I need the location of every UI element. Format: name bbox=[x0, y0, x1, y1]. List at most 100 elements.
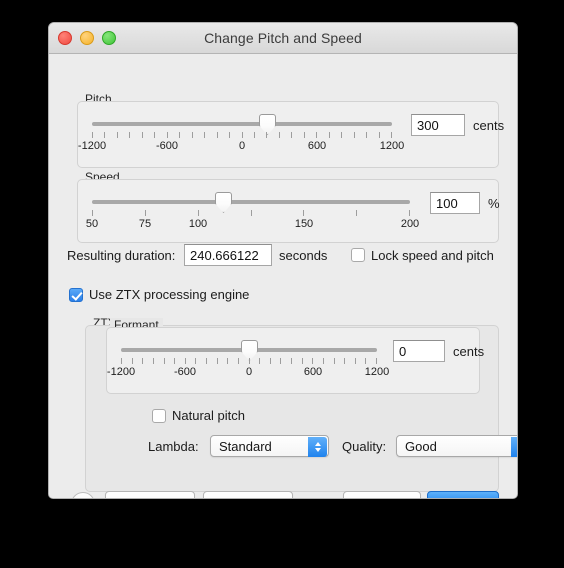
natural-pitch-label[interactable]: Natural pitch bbox=[172, 408, 245, 423]
slider-tick bbox=[237, 358, 239, 364]
speed-slider-track[interactable] bbox=[92, 200, 410, 204]
chevron-updown-icon[interactable] bbox=[308, 437, 327, 457]
slider-tick bbox=[341, 132, 343, 138]
quality-select[interactable]: Good bbox=[396, 435, 517, 457]
slider-tick bbox=[152, 358, 154, 364]
slider-tick bbox=[163, 358, 165, 364]
lambda-label: Lambda: bbox=[148, 439, 199, 454]
slider-tick bbox=[354, 358, 356, 364]
lock-speed-and-pitch-label[interactable]: Lock speed and pitch bbox=[371, 248, 494, 263]
formant-value-input[interactable]: 0 bbox=[393, 340, 445, 362]
speed-value-input[interactable]: 100 bbox=[430, 192, 480, 214]
slider-tick bbox=[356, 210, 358, 216]
speed-group: 50 75 100 150 200 100 % bbox=[77, 179, 500, 243]
window-titlebar[interactable]: Change Pitch and Speed bbox=[49, 23, 517, 54]
slider-tick bbox=[303, 132, 305, 138]
slider-tick bbox=[391, 132, 392, 138]
lock-speed-and-pitch-checkbox[interactable] bbox=[351, 248, 365, 262]
speed-slider-tick-labels: 50 75 100 150 200 bbox=[86, 218, 419, 232]
quality-label: Quality: bbox=[342, 439, 387, 454]
slider-tick bbox=[141, 132, 143, 138]
slider-tick bbox=[191, 132, 193, 138]
slider-tick bbox=[241, 132, 243, 138]
stop-button[interactable]: Stop bbox=[203, 491, 293, 498]
apply-button[interactable]: Apply bbox=[427, 491, 499, 498]
use-ztx-engine-label[interactable]: Use ZTX processing engine bbox=[89, 287, 249, 302]
slider-tick bbox=[278, 132, 280, 138]
chevron-updown-icon[interactable] bbox=[511, 437, 517, 457]
slider-tick bbox=[366, 132, 368, 138]
slider-tick bbox=[376, 358, 377, 364]
pitch-slider-ticks bbox=[92, 132, 392, 138]
slider-tick bbox=[253, 132, 255, 138]
slider-tick-label: -600 bbox=[155, 140, 179, 152]
slider-tick bbox=[92, 210, 93, 216]
quality-value: Good bbox=[405, 438, 437, 454]
resulting-duration-label: Resulting duration: bbox=[67, 248, 176, 263]
slider-tick-label: 600 bbox=[307, 140, 327, 152]
speed-unit-label: % bbox=[488, 196, 500, 211]
pitch-slider-track[interactable] bbox=[92, 122, 392, 126]
slider-tick bbox=[184, 358, 186, 364]
slider-tick bbox=[229, 132, 231, 138]
slider-tick-label: 600 bbox=[303, 366, 323, 378]
slider-tick-label: 150 bbox=[294, 218, 314, 230]
slider-tick-label: 0 bbox=[238, 140, 246, 152]
slider-tick bbox=[216, 358, 218, 364]
help-button[interactable]: ? bbox=[71, 492, 95, 498]
zoom-button-icon[interactable] bbox=[102, 31, 116, 45]
pitch-unit-label: cents bbox=[473, 118, 505, 133]
dialog-content: Pitch -1200 -600 0 600 1200 300 cents Speed … bbox=[49, 54, 517, 498]
slider-tick bbox=[316, 132, 318, 138]
lambda-select[interactable]: Standard bbox=[210, 435, 329, 457]
slider-tick bbox=[322, 358, 324, 364]
slider-tick bbox=[131, 358, 133, 364]
slider-tick bbox=[301, 358, 303, 364]
slider-tick bbox=[409, 210, 410, 216]
slider-tick-label: -600 bbox=[173, 366, 197, 378]
slider-tick bbox=[116, 132, 118, 138]
slider-tick bbox=[166, 132, 168, 138]
slider-tick-label: 200 bbox=[400, 218, 420, 230]
slider-tick bbox=[227, 358, 229, 364]
slider-tick-label: 50 bbox=[85, 218, 99, 230]
use-ztx-engine-checkbox[interactable] bbox=[69, 288, 83, 302]
formant-unit-label: cents bbox=[453, 344, 485, 359]
slider-tick bbox=[378, 132, 380, 138]
slider-tick-label: 1200 bbox=[379, 140, 405, 152]
slider-tick bbox=[104, 132, 106, 138]
slider-tick bbox=[312, 358, 314, 364]
formant-slider-tick-labels: -1200 -600 0 600 1200 bbox=[107, 366, 389, 380]
formant-slider-ticks bbox=[121, 358, 377, 364]
slider-tick bbox=[280, 358, 282, 364]
lambda-value: Standard bbox=[219, 438, 272, 454]
window-title: Change Pitch and Speed bbox=[204, 30, 362, 46]
slider-tick bbox=[333, 358, 335, 364]
formant-group: -1200 -600 0 600 1200 0 cents bbox=[106, 327, 484, 394]
slider-tick bbox=[266, 132, 268, 138]
slider-tick bbox=[204, 132, 206, 138]
cancel-button[interactable]: Cancel bbox=[343, 491, 421, 498]
slider-tick bbox=[121, 358, 122, 364]
close-button-icon[interactable] bbox=[58, 31, 72, 45]
pitch-value-input[interactable]: 300 bbox=[411, 114, 465, 136]
slider-tick bbox=[250, 210, 252, 216]
minimize-button-icon[interactable] bbox=[80, 31, 94, 45]
slider-tick bbox=[174, 358, 176, 364]
resulting-duration-input[interactable]: 240.666122 bbox=[184, 244, 272, 266]
slider-tick bbox=[291, 358, 292, 364]
slider-tick bbox=[303, 210, 305, 216]
natural-pitch-checkbox[interactable] bbox=[152, 409, 166, 423]
slider-tick bbox=[248, 358, 250, 364]
slider-tick bbox=[197, 210, 199, 216]
pitch-group: -1200 -600 0 600 1200 300 cents bbox=[77, 101, 504, 168]
window-controls bbox=[58, 31, 116, 45]
slider-tick bbox=[344, 358, 346, 364]
slider-tick bbox=[291, 132, 293, 138]
speed-slider-ticks bbox=[92, 210, 410, 216]
slider-tick bbox=[144, 210, 146, 216]
change-pitch-and-speed-dialog: Change Pitch and Speed Pitch -1200 -600 0 6… bbox=[48, 22, 518, 499]
slider-tick bbox=[92, 132, 93, 138]
slider-tick-label: 100 bbox=[188, 218, 208, 230]
preview-button[interactable]: Preview bbox=[105, 491, 195, 498]
